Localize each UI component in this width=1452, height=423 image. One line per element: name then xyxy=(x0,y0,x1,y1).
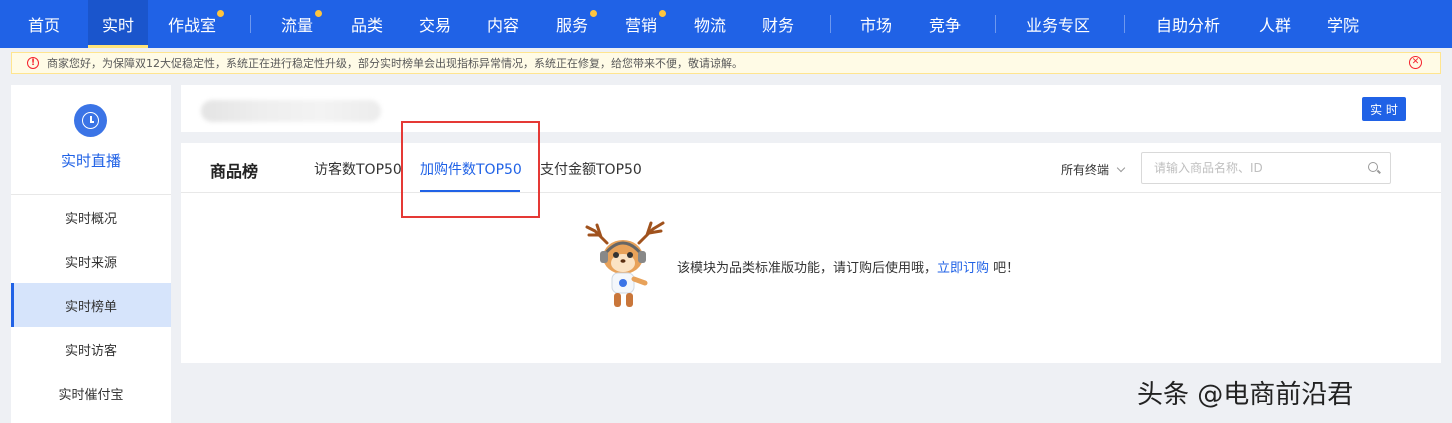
nav-item-5[interactable]: 交易 xyxy=(408,0,462,48)
panel-header: 商品榜 访客数TOP50 加购件数TOP50 支付金额TOP50 所有终端 xyxy=(181,143,1441,193)
product-search xyxy=(1141,152,1391,184)
nav-item-label: 内容 xyxy=(486,16,519,35)
tab-2[interactable]: 支付金额TOP50 xyxy=(540,159,642,179)
nav-item-label: 财务 xyxy=(761,16,794,35)
nav-separator xyxy=(830,15,831,33)
nav-item-2[interactable]: 作战室 xyxy=(156,0,228,48)
terminal-select[interactable]: 所有终端 xyxy=(1061,161,1126,178)
nav-item-label: 品类 xyxy=(350,16,383,35)
nav-item-label: 市场 xyxy=(859,16,892,35)
deer-mascot-image xyxy=(585,221,665,307)
top-navigation: 首页 实时 作战室 流量 品类 交易 内容 服务 营销 物流 财务 市场 竞争 业务专区 自助分析 人群 学院 xyxy=(0,0,1452,48)
nav-item-label: 首页 xyxy=(27,16,60,35)
watermark-text: 头条 @电商前沿君 xyxy=(1137,380,1354,410)
nav-item-label: 交易 xyxy=(418,16,451,35)
nav-item-label: 自助分析 xyxy=(1155,16,1220,35)
nav-item-8[interactable]: 营销 xyxy=(614,0,668,48)
notification-dot xyxy=(217,10,224,17)
sidebar-item-label: 实时榜单 xyxy=(64,299,117,315)
nav-item-label: 竞争 xyxy=(928,16,961,35)
sidebar-item-label: 实时访客 xyxy=(64,343,117,359)
sidebar: 实时直播 实时概况实时来源实时榜单实时访客实时催付宝 xyxy=(11,85,171,423)
shop-bar: 实 时 xyxy=(181,85,1441,132)
nav-separator xyxy=(995,15,996,33)
notification-dot xyxy=(315,10,322,17)
nav-item-12[interactable]: 竞争 xyxy=(918,0,972,48)
empty-state: 该模块为品类标准版功能，请订购后使用哦，立即订购 吧！ xyxy=(577,213,1077,323)
terminal-select-value: 所有终端 xyxy=(1061,163,1110,177)
notice-text: 商家您好，为保障双12大促稳定性，系统正在进行稳定性升级，部分实时榜单会出现指标… xyxy=(47,57,743,70)
sidebar-item-3[interactable]: 实时访客 xyxy=(11,327,171,371)
nav-item-label: 营销 xyxy=(624,16,657,35)
nav-item-13[interactable]: 业务专区 xyxy=(1013,0,1103,48)
empty-state-message: 该模块为品类标准版功能，请订购后使用哦，立即订购 吧！ xyxy=(677,257,1019,276)
nav-item-0[interactable]: 首页 xyxy=(0,0,88,48)
empty-state-text: 该模块为品类标准版功能，请订购后使用哦， xyxy=(677,261,938,276)
clock-icon xyxy=(74,104,107,137)
close-circle-icon[interactable]: ✕ xyxy=(1409,56,1422,69)
nav-item-label: 作战室 xyxy=(167,16,216,35)
sidebar-item-4[interactable]: 实时催付宝 xyxy=(11,371,171,415)
nav-item-4[interactable]: 品类 xyxy=(340,0,394,48)
order-now-link[interactable]: 立即订购 xyxy=(937,261,989,276)
nav-item-label: 服务 xyxy=(555,16,588,35)
nav-item-1[interactable]: 实时 xyxy=(88,0,148,48)
sidebar-header: 实时直播 xyxy=(11,85,171,195)
chevron-down-icon xyxy=(1116,163,1126,172)
nav-item-label: 人群 xyxy=(1258,16,1291,35)
nav-item-9[interactable]: 物流 xyxy=(683,0,737,48)
nav-item-15[interactable]: 人群 xyxy=(1248,0,1302,48)
nav-item-7[interactable]: 服务 xyxy=(545,0,599,48)
sidebar-item-0[interactable]: 实时概况 xyxy=(11,195,171,239)
notification-dot xyxy=(659,10,666,17)
search-input[interactable] xyxy=(1142,153,1352,183)
empty-state-suffix: 吧！ xyxy=(989,261,1020,276)
nav-item-11[interactable]: 市场 xyxy=(849,0,903,48)
sidebar-title: 实时直播 xyxy=(60,152,121,170)
highlight-box xyxy=(401,121,540,218)
sidebar-item-label: 实时概况 xyxy=(64,211,117,227)
nav-separator xyxy=(250,15,251,33)
blurred-shop-name xyxy=(201,100,381,122)
product-ranking-panel: 商品榜 访客数TOP50 加购件数TOP50 支付金额TOP50 所有终端 请输… xyxy=(181,143,1441,363)
notification-dot xyxy=(590,10,597,17)
exclamation-circle-icon: ! xyxy=(27,57,39,69)
nav-item-6[interactable]: 内容 xyxy=(476,0,530,48)
sidebar-menu: 实时概况实时来源实时榜单实时访客实时催付宝 xyxy=(11,195,171,415)
nav-item-label: 业务专区 xyxy=(1025,16,1090,35)
realtime-button[interactable]: 实 时 xyxy=(1362,97,1406,121)
notice-bar: ! 商家您好，为保障双12大促稳定性，系统正在进行稳定性升级，部分实时榜单会出现… xyxy=(11,52,1441,74)
nav-item-10[interactable]: 财务 xyxy=(751,0,805,48)
tab-0[interactable]: 访客数TOP50 xyxy=(314,159,402,179)
nav-item-label: 实时 xyxy=(101,16,134,35)
nav-item-label: 流量 xyxy=(280,16,313,35)
search-icon[interactable] xyxy=(1368,162,1378,172)
panel-title: 商品榜 xyxy=(210,162,259,181)
nav-separator xyxy=(1124,15,1125,33)
nav-item-label: 学院 xyxy=(1326,16,1359,35)
sidebar-item-label: 实时催付宝 xyxy=(58,387,124,403)
nav-item-label: 物流 xyxy=(693,16,726,35)
nav-item-16[interactable]: 学院 xyxy=(1316,0,1370,48)
sidebar-item-2[interactable]: 实时榜单 xyxy=(11,283,171,327)
sidebar-item-label: 实时来源 xyxy=(64,255,117,271)
nav-item-3[interactable]: 流量 xyxy=(270,0,324,48)
sidebar-item-1[interactable]: 实时来源 xyxy=(11,239,171,283)
nav-item-14[interactable]: 自助分析 xyxy=(1143,0,1233,48)
